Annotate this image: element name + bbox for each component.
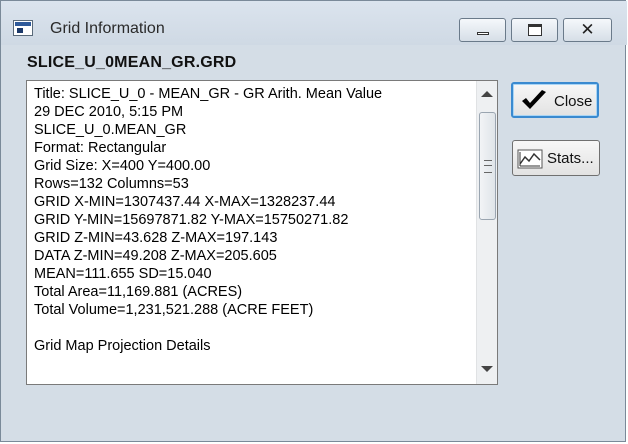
info-line: Grid Map Projection Details <box>34 338 211 354</box>
info-line: Grid Size: X=400 Y=400.00 <box>34 158 211 174</box>
info-line: GRID X-MIN=1307437.44 X-MAX=1328237.44 <box>34 194 336 210</box>
info-line: SLICE_U_0.MEAN_GR <box>34 122 187 138</box>
stats-button[interactable]: Stats... <box>512 140 600 176</box>
stats-chart-icon <box>517 149 543 169</box>
info-line: MEAN=111.655 SD=15.040 <box>34 266 212 282</box>
maximize-button[interactable] <box>511 18 558 42</box>
info-line: DATA Z-MIN=49.208 Z-MAX=205.605 <box>34 248 277 264</box>
maximize-icon <box>528 24 542 36</box>
stats-button-label: Stats... <box>547 150 594 167</box>
window-title: Grid Information <box>50 20 165 37</box>
close-button-label: Close <box>554 93 593 110</box>
info-line: Format: Rectangular <box>34 140 167 156</box>
close-icon: ✕ <box>580 20 595 39</box>
grid-filename: SLICE_U_0MEAN_GR.GRD <box>27 54 237 71</box>
info-line: Total Area=11,169.881 (ACRES) <box>34 284 243 300</box>
info-line <box>34 319 474 337</box>
minimize-icon <box>477 32 489 35</box>
info-line: Rows=132 Columns=53 <box>34 176 189 192</box>
grip-icon <box>484 160 492 173</box>
info-line: GRID Z-MIN=43.628 Z-MAX=197.143 <box>34 230 278 246</box>
info-line: 29 DEC 2010, 5:15 PM <box>34 104 184 120</box>
app-window-icon[interactable] <box>13 20 33 36</box>
scroll-down-arrow-icon[interactable] <box>481 366 493 372</box>
info-line: Title: SLICE_U_0 - MEAN_GR - GR Arith. M… <box>34 86 383 102</box>
scroll-up-arrow-icon[interactable] <box>481 91 493 97</box>
grid-information-window: Grid Information ✕ SLICE_U_0MEAN_GR.GRD … <box>0 0 627 442</box>
title-bar[interactable]: Grid Information ✕ <box>1 1 627 45</box>
grid-info-textbox[interactable]: Title: SLICE_U_0 - MEAN_GR - GR Arith. M… <box>26 80 498 385</box>
minimize-button[interactable] <box>459 18 506 42</box>
check-icon <box>522 90 546 109</box>
scrollbar-thumb[interactable] <box>479 112 496 220</box>
vertical-scrollbar[interactable] <box>476 81 497 384</box>
close-button[interactable]: Close <box>511 82 599 118</box>
close-window-button[interactable]: ✕ <box>563 18 612 42</box>
grid-info-lines: Title: SLICE_U_0 - MEAN_GR - GR Arith. M… <box>34 85 474 355</box>
info-line: GRID Y-MIN=15697871.82 Y-MAX=15750271.82 <box>34 212 349 228</box>
info-line: Total Volume=1,231,521.288 (ACRE FEET) <box>34 302 314 318</box>
